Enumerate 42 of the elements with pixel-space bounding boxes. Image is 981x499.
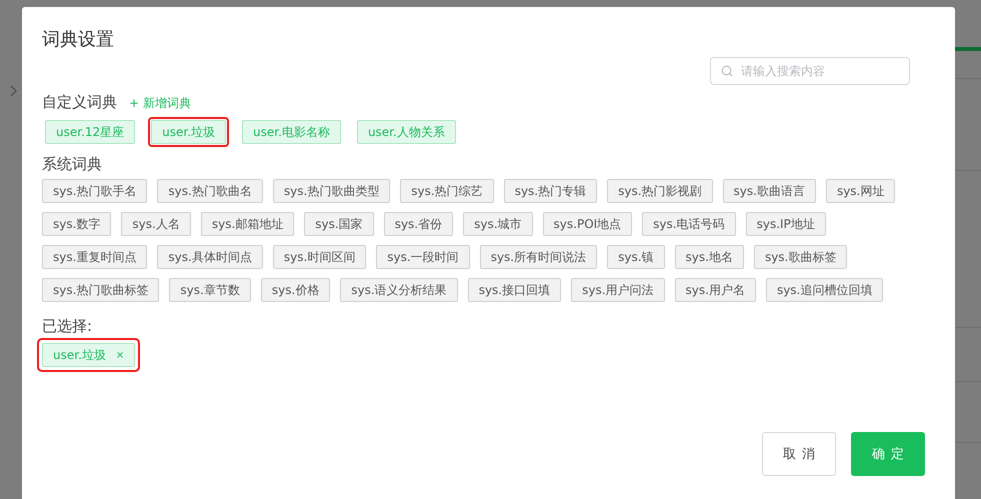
tag-label: user.垃圾 <box>53 346 106 364</box>
dictionary-tag[interactable]: sys.时间区间 <box>272 245 366 269</box>
dictionary-tag[interactable]: sys.热门影视剧 <box>607 179 713 203</box>
dictionary-tag[interactable]: sys.热门专辑 <box>504 179 598 203</box>
dictionary-tag[interactable]: sys.国家 <box>304 212 374 236</box>
dictionary-tag[interactable]: sys.热门歌曲名 <box>157 179 263 203</box>
dictionary-tag[interactable]: sys.热门歌曲类型 <box>272 179 390 203</box>
dictionary-tag[interactable]: sys.POI地点 <box>542 212 632 236</box>
dictionary-tag[interactable]: sys.热门歌曲标签 <box>42 278 160 302</box>
section-label: 已选择: <box>42 317 92 336</box>
dictionary-tag[interactable]: sys.重复时间点 <box>42 245 148 269</box>
cancel-button[interactable]: 取消 <box>762 432 836 476</box>
dictionary-tag[interactable]: sys.邮箱地址 <box>200 212 294 236</box>
dictionary-tag[interactable]: sys.电话号码 <box>642 212 736 236</box>
search-field[interactable]: 请输入搜索内容 <box>710 57 910 85</box>
dictionary-tag[interactable]: sys.具体时间点 <box>157 245 263 269</box>
dictionary-tag[interactable]: sys.歌曲标签 <box>754 245 848 269</box>
dictionary-tag[interactable]: sys.网址 <box>826 179 896 203</box>
dictionary-tag[interactable]: sys.热门综艺 <box>400 179 494 203</box>
dictionary-tag[interactable]: sys.用户名 <box>674 278 756 302</box>
section-label: 系统词典 <box>42 155 102 174</box>
dictionary-tag[interactable]: sys.人名 <box>121 212 191 236</box>
dictionary-tag[interactable]: sys.所有时间说法 <box>480 245 598 269</box>
dictionary-tag[interactable]: sys.一段时间 <box>376 245 470 269</box>
dictionary-tag[interactable]: sys.歌曲语言 <box>722 179 816 203</box>
dictionary-tag[interactable]: sys.语义分析结果 <box>340 278 458 302</box>
chevron-icon[interactable] <box>10 85 18 97</box>
dialog-title: 词典设置 <box>42 28 115 52</box>
section-label: 自定义词典 <box>42 93 117 112</box>
dictionary-tag[interactable]: sys.IP地址 <box>746 212 826 236</box>
dictionary-tag[interactable]: sys.镇 <box>607 245 665 269</box>
dictionary-tag[interactable]: sys.城市 <box>463 212 533 236</box>
dictionary-tag[interactable]: sys.章节数 <box>169 278 251 302</box>
dictionary-tag[interactable]: sys.追问槽位回填 <box>766 278 884 302</box>
dictionary-tag[interactable]: sys.价格 <box>260 278 330 302</box>
dictionary-tag[interactable]: sys.数字 <box>42 212 112 236</box>
search-icon <box>721 65 733 77</box>
dictionary-tag[interactable]: sys.接口回填 <box>468 278 562 302</box>
dictionary-tag[interactable]: sys.热门歌手名 <box>42 179 148 203</box>
dictionary-tag[interactable]: sys.地名 <box>674 245 744 269</box>
dictionary-tag[interactable]: sys.用户问法 <box>571 278 665 302</box>
dictionary-tag[interactable]: sys.省份 <box>384 212 454 236</box>
